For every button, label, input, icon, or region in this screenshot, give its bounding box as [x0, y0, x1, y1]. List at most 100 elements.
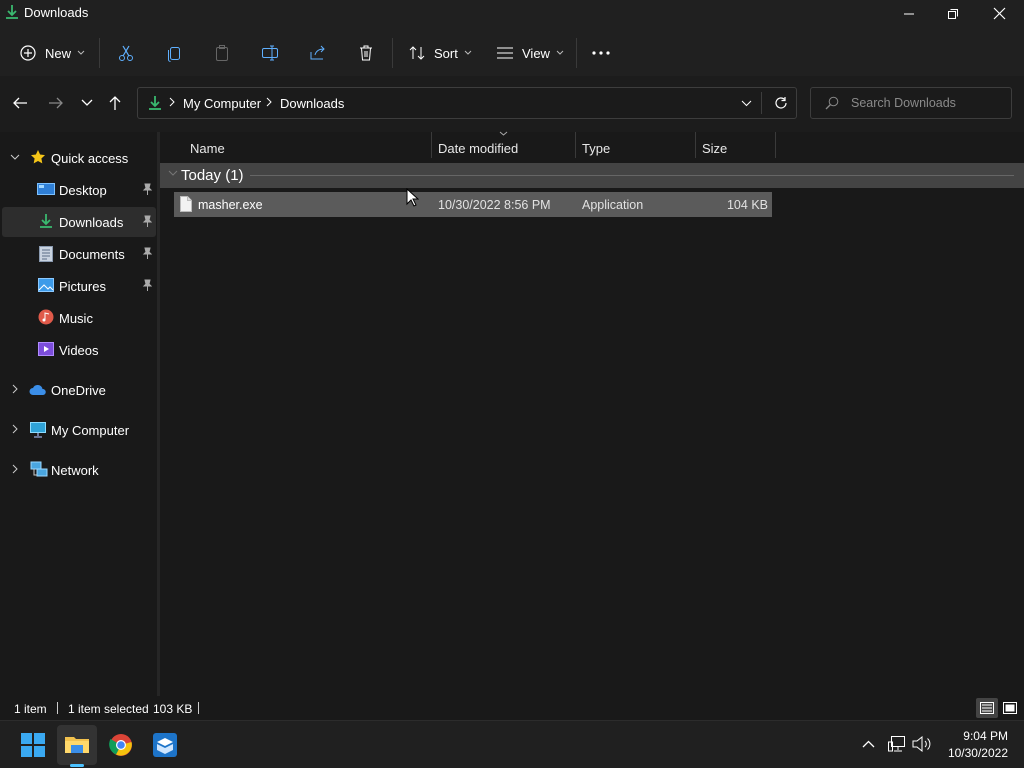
- pin-icon[interactable]: [142, 183, 152, 195]
- chevron-down-icon: [464, 50, 472, 56]
- chevron-right-icon: [266, 97, 272, 107]
- pictures-icon: [38, 278, 54, 292]
- more-options-button[interactable]: [592, 30, 610, 76]
- chrome-icon[interactable]: [109, 733, 133, 757]
- minimize-button[interactable]: [898, 4, 920, 24]
- sidebar-item-label: Music: [59, 311, 93, 326]
- pin-icon[interactable]: [142, 247, 152, 259]
- pin-icon[interactable]: [142, 215, 152, 227]
- sidebar-item-desktop[interactable]: Desktop: [2, 175, 156, 205]
- back-arrow-icon[interactable]: [12, 96, 28, 110]
- chevron-right-icon[interactable]: [12, 464, 19, 474]
- file-size: 104 KB: [726, 198, 768, 212]
- column-header-name[interactable]: Name: [190, 137, 225, 159]
- view-label: View: [522, 45, 550, 61]
- address-history-chevron-icon[interactable]: [741, 100, 752, 107]
- pin-icon[interactable]: [142, 279, 152, 291]
- sidebar-item-label: Videos: [59, 343, 99, 358]
- address-bar[interactable]: My Computer Downloads: [137, 87, 797, 119]
- mouse-cursor-icon: [406, 188, 419, 208]
- chevron-down-icon: [168, 170, 178, 177]
- clock-time[interactable]: 9:04 PM: [960, 729, 1008, 743]
- breadcrumb-my-computer[interactable]: My Computer: [183, 96, 261, 111]
- restore-button[interactable]: [942, 4, 964, 24]
- download-arrow-icon: [148, 95, 162, 111]
- music-icon: [38, 309, 54, 325]
- show-hidden-icons-chevron[interactable]: [862, 740, 875, 748]
- search-box[interactable]: Search Downloads: [810, 87, 1012, 119]
- paste-button[interactable]: [214, 30, 230, 76]
- sidebar-item-pictures[interactable]: Pictures: [2, 271, 156, 301]
- app-box-icon[interactable]: [152, 732, 178, 758]
- clock-date[interactable]: 10/30/2022: [936, 746, 1008, 760]
- volume-icon[interactable]: [912, 736, 932, 752]
- network-status-icon[interactable]: [888, 736, 906, 752]
- column-header-type[interactable]: Type: [582, 137, 610, 159]
- search-placeholder: Search Downloads: [851, 96, 956, 110]
- selection-size: 103 KB: [153, 702, 193, 716]
- chevron-right-icon[interactable]: [12, 384, 19, 394]
- item-count: 1 item: [14, 702, 47, 716]
- new-button[interactable]: New: [20, 30, 85, 76]
- tiles-view-button[interactable]: [1000, 698, 1020, 718]
- up-arrow-icon[interactable]: [108, 95, 122, 111]
- chevron-right-icon[interactable]: [12, 424, 19, 434]
- delete-button[interactable]: [358, 30, 374, 76]
- file-type: Application: [582, 198, 644, 212]
- sidebar-item-label: Documents: [59, 247, 125, 262]
- sort-indicator-icon: [499, 131, 508, 136]
- rename-button[interactable]: [261, 30, 279, 76]
- view-lines-icon: [496, 46, 514, 60]
- search-icon: [825, 96, 839, 110]
- sidebar-item-documents[interactable]: Documents: [2, 239, 156, 269]
- file-explorer-taskbar-button[interactable]: [57, 725, 97, 765]
- selection-count: 1 item selected: [68, 702, 149, 716]
- navigation-pane: Quick access Desktop Downloads Documents…: [0, 132, 157, 696]
- sidebar-item-label: Pictures: [59, 279, 106, 294]
- column-header-date-modified[interactable]: Date modified: [438, 137, 518, 159]
- scissors-icon: [118, 44, 134, 62]
- trash-icon: [358, 44, 374, 62]
- sidebar-item-label: Downloads: [59, 215, 124, 230]
- forward-arrow-icon[interactable]: [48, 96, 64, 110]
- network-icon: [30, 461, 48, 479]
- videos-icon: [38, 342, 54, 356]
- group-header-today[interactable]: Today (1): [160, 163, 1024, 188]
- plus-circle-icon: [20, 45, 36, 61]
- sidebar-item-my-computer[interactable]: My Computer: [2, 415, 156, 445]
- sort-label: Sort: [434, 45, 458, 61]
- sidebar-item-quick-access[interactable]: Quick access: [2, 143, 156, 173]
- close-button[interactable]: [988, 4, 1010, 24]
- cut-button[interactable]: [118, 30, 134, 76]
- share-button[interactable]: [309, 30, 327, 76]
- sidebar-item-onedrive[interactable]: OneDrive: [2, 375, 156, 405]
- refresh-icon[interactable]: [774, 96, 788, 110]
- chevron-right-icon: [169, 97, 175, 107]
- sidebar-item-label: Quick access: [51, 151, 129, 166]
- sidebar-item-network[interactable]: Network: [2, 455, 156, 485]
- title-bar: Downloads: [0, 0, 1024, 30]
- active-app-indicator: [70, 764, 84, 767]
- sidebar-item-music[interactable]: Music: [2, 303, 156, 333]
- chevron-down-icon: [77, 50, 85, 56]
- file-name: masher.exe: [198, 198, 263, 212]
- document-icon: [39, 246, 53, 262]
- column-header-size[interactable]: Size: [702, 137, 727, 159]
- cloud-icon: [29, 384, 47, 396]
- status-bar: 1 item 1 item selected 103 KB: [0, 696, 1024, 720]
- chevron-down-icon[interactable]: [10, 154, 20, 161]
- file-icon: [180, 196, 192, 212]
- ellipsis-icon: [592, 51, 610, 55]
- details-view-button[interactable]: [976, 698, 998, 718]
- recent-locations-chevron-icon[interactable]: [81, 99, 93, 107]
- view-button[interactable]: View: [496, 30, 564, 76]
- sort-button[interactable]: Sort: [408, 30, 472, 76]
- sidebar-item-videos[interactable]: Videos: [2, 335, 156, 365]
- sort-arrows-icon: [408, 45, 426, 61]
- start-windows-icon[interactable]: [21, 733, 45, 757]
- sidebar-item-downloads[interactable]: Downloads: [2, 207, 156, 237]
- file-date: 10/30/2022 8:56 PM: [438, 198, 551, 212]
- copy-button[interactable]: [166, 30, 182, 76]
- table-row[interactable]: masher.exe 10/30/2022 8:56 PM Applicatio…: [174, 192, 772, 217]
- breadcrumb-downloads[interactable]: Downloads: [280, 96, 344, 111]
